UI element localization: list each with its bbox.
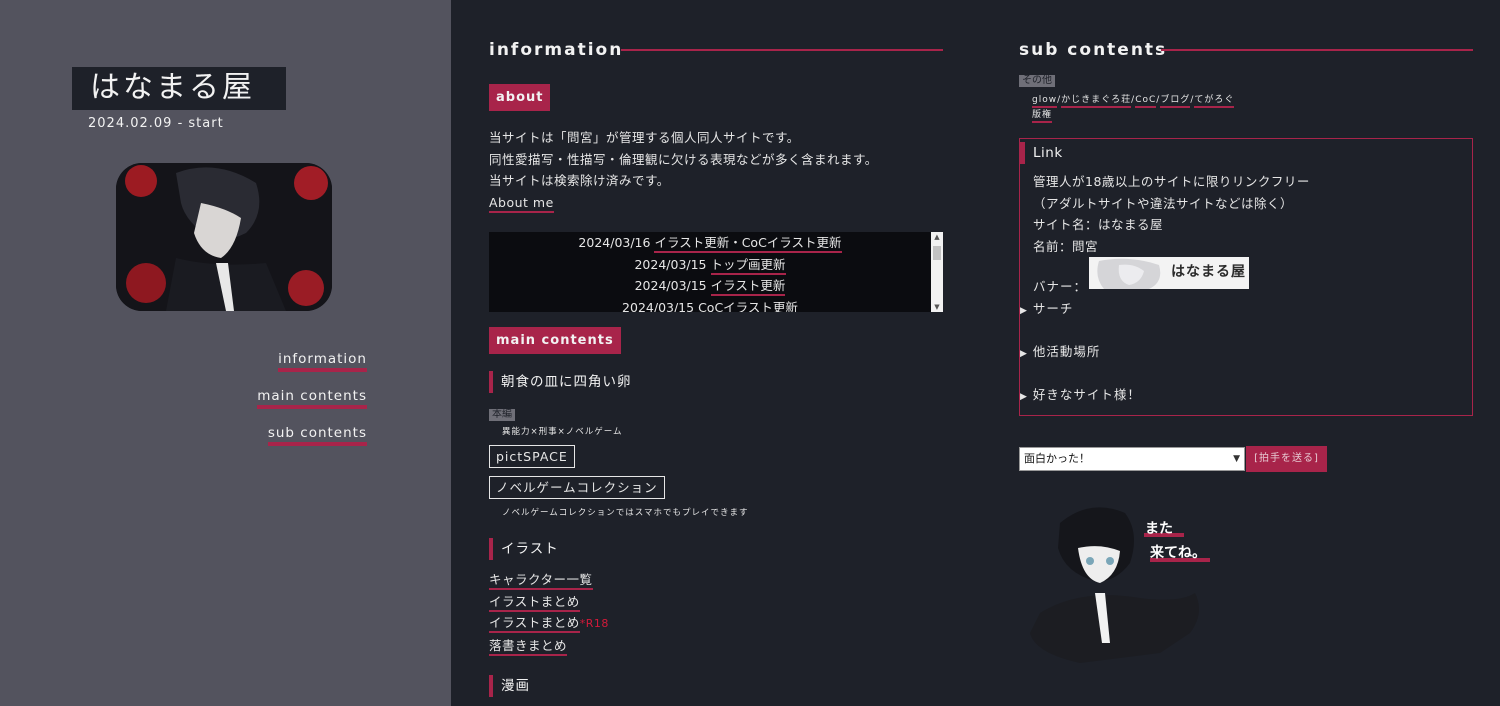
news-date: 2024/03/15 bbox=[622, 299, 695, 313]
sidebar-nav: information main contents sub contents bbox=[257, 350, 367, 461]
news-date: 2024/03/16 bbox=[578, 235, 651, 250]
main-contents-tag: main contents bbox=[489, 327, 621, 354]
news-date: 2024/03/15 bbox=[634, 256, 707, 272]
details-label: 好きなサイト様！ bbox=[1032, 387, 1141, 402]
other-link-blog[interactable]: ブログ bbox=[1160, 95, 1191, 108]
other-link-coc[interactable]: CoC bbox=[1135, 95, 1157, 108]
pictspace-button[interactable]: pictSPACE bbox=[489, 445, 575, 468]
nav-sub-contents[interactable]: sub contents bbox=[257, 424, 367, 446]
novelgame-note: ノベルゲームコレクションではスマホでもプレイできます bbox=[502, 508, 749, 518]
about-tag: about bbox=[489, 84, 551, 111]
site-title[interactable]: はなまる屋 bbox=[72, 67, 286, 110]
chevron-down-icon: ▼ bbox=[1233, 454, 1240, 464]
illust-link-characters[interactable]: キャラクター一覧 bbox=[489, 572, 593, 590]
link-line: 管理人が18歳以上のサイトに限りリンクフリー bbox=[1033, 174, 1310, 189]
link-line: サイト名：はなまる屋 bbox=[1033, 217, 1164, 232]
link-text: 管理人が18歳以上のサイトに限りリンクフリー （アダルトサイトや違法サイトなどは… bbox=[1033, 171, 1310, 257]
start-date: 2024.02.09 - start bbox=[88, 116, 224, 131]
novelgame-button[interactable]: ノベルゲームコレクション bbox=[489, 476, 665, 499]
details-other-activity[interactable]: ▶ 他活動場所 bbox=[1020, 341, 1100, 360]
news-link[interactable]: CoCイラスト更新 bbox=[698, 299, 798, 312]
clap-send-button[interactable]: [拍手を送る] bbox=[1246, 446, 1327, 472]
other-link-hanken[interactable]: 版権 bbox=[1032, 110, 1053, 123]
about-me-link[interactable]: About me bbox=[489, 194, 554, 213]
information-heading: information bbox=[489, 40, 624, 60]
news-link[interactable]: イラスト更新 bbox=[710, 278, 786, 296]
news-link[interactable]: トップ画更新 bbox=[710, 256, 786, 275]
illust-link-r18[interactable]: イラストまとめ bbox=[489, 615, 580, 633]
scroll-down-icon[interactable]: ▼ bbox=[931, 303, 943, 311]
illust-links: キャラクター一覧 イラストまとめ イラストまとめ*R18 落書きまとめ bbox=[489, 569, 609, 656]
about-text: 当サイトは「問宮」が管理する個人同人サイトです。 同性愛描写・性描写・倫理観に欠… bbox=[489, 127, 878, 213]
other-link-kajiki[interactable]: かじきまぐろ荘 bbox=[1061, 95, 1132, 108]
news-item: 2024/03/15 トップ画更新 bbox=[489, 254, 943, 276]
link-box: Link 管理人が18歳以上のサイトに限りリンクフリー （アダルトサイトや違法サ… bbox=[1019, 138, 1473, 416]
clap-select[interactable]: 面白かった！ ▼ bbox=[1019, 447, 1245, 471]
details-label: 他活動場所 bbox=[1032, 344, 1101, 359]
triangle-right-icon: ▶ bbox=[1020, 349, 1028, 359]
other-links: glow/かじきまぐろ荘/CoC/ブログ/てがろぐ bbox=[1032, 92, 1235, 108]
news-item: 2024/03/15 CoCイラスト更新 bbox=[489, 297, 943, 313]
novel-genre: 異能力×刑事×ノベルゲーム bbox=[502, 427, 623, 437]
banner-label: バナー： bbox=[1033, 279, 1088, 294]
nav-main-contents[interactable]: main contents bbox=[257, 387, 367, 409]
top-illustration bbox=[116, 163, 332, 311]
other-link-tegalog[interactable]: てがろぐ bbox=[1194, 95, 1235, 108]
link-line: （アダルトサイトや違法サイトなどは除く） bbox=[1033, 195, 1294, 211]
about-line: 当サイトは検索除け済みです。 bbox=[489, 173, 670, 188]
nav-information[interactable]: information bbox=[257, 350, 367, 372]
news-link[interactable]: イラスト更新・CoCイラスト更新 bbox=[654, 235, 842, 253]
banner-text: はなまる屋 bbox=[1171, 264, 1246, 280]
link-heading: Link bbox=[1020, 142, 1063, 164]
news-item: 2024/03/16 イラスト更新・CoCイラスト更新 bbox=[489, 232, 943, 254]
r18-badge: *R18 bbox=[579, 617, 609, 630]
site-banner[interactable]: はなまる屋 bbox=[1089, 257, 1249, 289]
news-box[interactable]: 2024/03/16 イラスト更新・CoCイラスト更新 2024/03/15 ト… bbox=[489, 232, 943, 312]
news-scrollbar[interactable]: ▲ ▼ bbox=[931, 232, 943, 312]
honpen-tag: 本編 bbox=[489, 409, 515, 421]
details-favorite-sites[interactable]: ▶ 好きなサイト様！ bbox=[1020, 384, 1141, 403]
details-search[interactable]: ▶ サーチ bbox=[1020, 298, 1073, 317]
other-link-row2: 版権 bbox=[1032, 107, 1053, 123]
novel-heading: 朝食の皿に四角い卵 bbox=[489, 371, 632, 393]
information-rule bbox=[621, 49, 943, 51]
chibi-text-1: また bbox=[1145, 521, 1173, 537]
clap-select-value: 面白かった！ bbox=[1024, 452, 1090, 465]
news-date: 2024/03/15 bbox=[634, 278, 707, 293]
scroll-up-icon[interactable]: ▲ bbox=[931, 233, 943, 241]
link-line: 名前：問宮 bbox=[1033, 238, 1099, 254]
manga-heading: 漫画 bbox=[489, 675, 530, 697]
details-label: サーチ bbox=[1032, 301, 1074, 316]
news-item: 2024/03/15 イラスト更新 bbox=[489, 275, 943, 297]
sub-contents-rule bbox=[1161, 49, 1473, 51]
triangle-right-icon: ▶ bbox=[1020, 306, 1028, 316]
chibi-text-2: 来てね。 bbox=[1149, 545, 1206, 561]
scroll-thumb[interactable] bbox=[933, 246, 941, 260]
other-tag: その他 bbox=[1019, 75, 1055, 87]
triangle-right-icon: ▶ bbox=[1020, 392, 1028, 402]
about-line: 当サイトは「問宮」が管理する個人同人サイトです。 bbox=[489, 130, 800, 145]
illust-link-rakugaki[interactable]: 落書きまとめ bbox=[489, 637, 568, 656]
chibi-illustration: また 来てね。 bbox=[1020, 503, 1220, 673]
illust-link-matome[interactable]: イラストまとめ bbox=[489, 593, 580, 612]
sidebar: はなまる屋 2024.02.09 - start information mai… bbox=[0, 0, 451, 706]
illust-heading: イラスト bbox=[489, 538, 559, 560]
about-line: 同性愛描写・性描写・倫理観に欠ける表現などが多く含まれます。 bbox=[489, 151, 878, 167]
sub-contents-heading: sub contents bbox=[1019, 40, 1168, 60]
